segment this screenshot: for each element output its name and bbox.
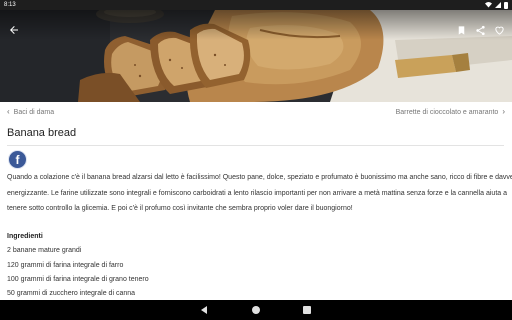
previous-recipe-link[interactable]: ‹ Baci di dama: [7, 108, 54, 116]
system-back-button[interactable]: [201, 306, 207, 314]
ingredients-heading: Ingredienti: [7, 233, 43, 240]
system-navigation-bar: [0, 300, 512, 320]
system-home-button[interactable]: [252, 306, 260, 314]
facebook-icon: f: [15, 153, 20, 167]
recipe-navigation: ‹ Baci di dama Barrette di cioccolato e …: [0, 104, 512, 120]
ingredient-item: 2 banane mature grandi: [7, 247, 82, 254]
next-recipe-link[interactable]: Barrette di cioccolato e amaranto ›: [396, 108, 505, 116]
bookmark-button[interactable]: [454, 23, 468, 37]
chevron-right-icon: ›: [502, 107, 505, 116]
next-recipe-label: Barrette di cioccolato e amaranto: [395, 108, 499, 116]
description-line-1: Quando a colazione c'è il banana bread a…: [7, 174, 512, 181]
ingredient-item: 100 grammi di farina integrale di grano …: [7, 276, 149, 283]
title-divider: [7, 145, 504, 146]
share-icon: [475, 25, 485, 35]
ingredient-item: 120 grammi di farina integrale di farro: [7, 262, 124, 269]
battery-icon: [504, 1, 508, 9]
recipe-hero-image: [0, 10, 512, 102]
heart-outline-icon: [494, 26, 504, 35]
favorite-button[interactable]: [492, 23, 506, 37]
back-button[interactable]: [7, 23, 21, 37]
arrow-left-icon: [10, 26, 18, 34]
recipe-title: Banana bread: [7, 127, 77, 139]
signal-icon: [495, 2, 501, 8]
system-recents-button[interactable]: [303, 306, 311, 314]
status-icons: [485, 1, 508, 9]
status-bar: 8:13: [0, 0, 512, 10]
ingredient-item: 50 grammi di zucchero integrale di canna: [7, 290, 136, 297]
wifi-icon: [485, 2, 492, 8]
description-line-2: energizzante. Le farine utilizzate sono …: [7, 190, 507, 197]
facebook-share-button[interactable]: f: [8, 150, 27, 169]
chevron-left-icon: ‹: [7, 107, 10, 116]
hero-shade: [0, 10, 512, 40]
status-time: 8:13: [4, 2, 16, 8]
previous-recipe-label: Baci di dama: [13, 108, 55, 116]
share-button[interactable]: [473, 23, 487, 37]
description-line-3: tenere sotto controllo la glicemia. E po…: [7, 205, 353, 212]
bookmark-icon: [458, 25, 464, 35]
